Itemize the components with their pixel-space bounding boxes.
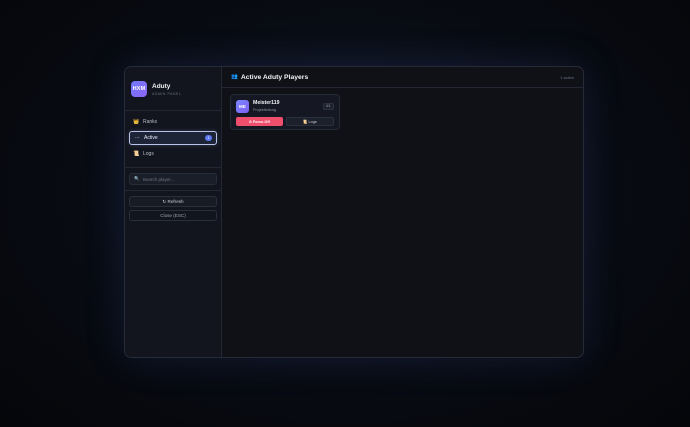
player-role: Projektleitung: [253, 107, 277, 112]
page-title: 👥 Active Aduty Players: [231, 74, 308, 81]
users-icon: 👥: [231, 74, 238, 80]
player-name: Meister119: [253, 100, 280, 107]
brand-logo: HXM: [131, 81, 147, 97]
close-button[interactable]: Close (ESC): [129, 210, 217, 221]
brand-title: Aduty: [152, 82, 171, 90]
sidebar-actions: ↻ Refresh Close (ESC): [125, 191, 221, 221]
page-title-text: Active Aduty Players: [240, 73, 309, 81]
search-box[interactable]: 🔍: [129, 173, 217, 185]
main-content: 👥 Active Aduty Players 1 active ME Meist…: [222, 67, 583, 357]
player-card-actions: ⊘ Force-Off 📜 Logs: [236, 117, 334, 126]
player-card: ME Meister119 Projektleitung #1 ⊘ Force-…: [230, 94, 340, 130]
force-off-button[interactable]: ⊘ Force-Off: [236, 117, 283, 126]
dots-icon: ⋯: [135, 135, 140, 141]
brand-header: HXM Aduty ADMIN PANEL: [125, 67, 221, 111]
player-logs-button[interactable]: 📜 Logs: [285, 117, 334, 126]
crown-icon: 👑: [133, 119, 140, 125]
scroll-icon: 📜: [133, 151, 140, 157]
sidebar-item-ranks[interactable]: 👑 Ranks: [129, 116, 217, 128]
sidebar-item-logs[interactable]: 📜 Logs: [129, 148, 217, 160]
avatar: ME: [236, 99, 249, 113]
sidebar-item-label: Ranks: [143, 119, 158, 125]
divider: [125, 167, 221, 168]
player-id-badge: #1: [322, 102, 334, 110]
brand-subtitle: ADMIN PANEL: [152, 91, 182, 96]
sidebar-nav: 👑 Ranks ⋯ Active 1 📜 Logs: [125, 111, 221, 167]
admin-panel-window: HXM Aduty ADMIN PANEL 👑 Ranks ⋯ Active 1…: [124, 66, 584, 358]
active-count: 1 active: [560, 74, 574, 80]
active-count-badge: 1: [205, 135, 212, 141]
search-icon: 🔍: [134, 176, 140, 181]
refresh-button[interactable]: ↻ Refresh: [129, 196, 217, 207]
player-info: Meister119 Projektleitung: [253, 100, 280, 112]
search-input[interactable]: [142, 176, 212, 182]
main-header: 👥 Active Aduty Players 1 active: [222, 67, 583, 88]
sidebar: HXM Aduty ADMIN PANEL 👑 Ranks ⋯ Active 1…: [125, 67, 222, 357]
player-card-header: ME Meister119 Projektleitung #1: [236, 99, 334, 113]
sidebar-item-label: Active: [144, 135, 158, 141]
sidebar-item-label: Logs: [143, 151, 154, 157]
brand-text: Aduty ADMIN PANEL: [152, 83, 181, 96]
sidebar-item-active[interactable]: ⋯ Active 1: [129, 131, 217, 145]
